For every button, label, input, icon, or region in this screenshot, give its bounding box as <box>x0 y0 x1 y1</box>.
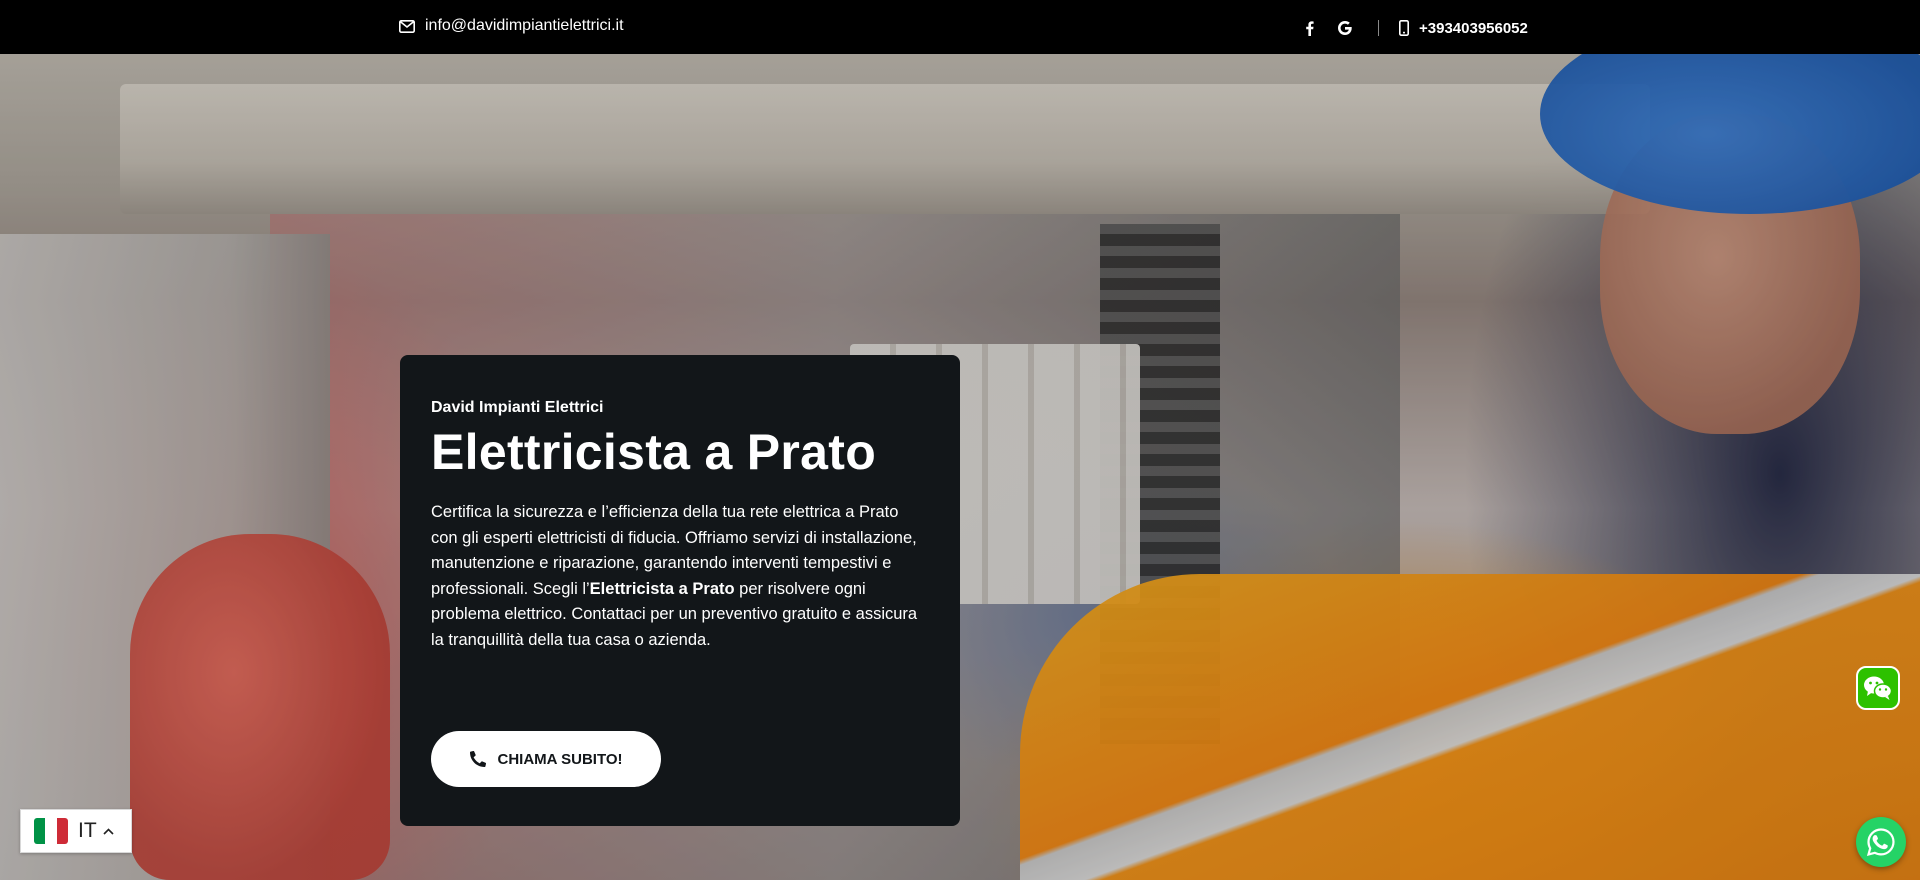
language-code: IT <box>78 819 97 842</box>
description-text-bold: Elettricista a Prato <box>589 579 735 598</box>
call-now-button[interactable]: CHIAMA SUBITO! <box>431 731 661 787</box>
call-now-label: CHIAMA SUBITO! <box>497 750 623 768</box>
phone-link[interactable]: +393403956052 <box>1399 20 1528 37</box>
email-link[interactable]: info@davidimpiantielettrici.it <box>399 17 624 35</box>
topbar-divider <box>1378 20 1379 36</box>
top-bar: info@davidimpiantielettrici.it +39340395… <box>0 0 1920 54</box>
wechat-button[interactable] <box>1856 666 1900 710</box>
phone-number: +393403956052 <box>1419 19 1528 37</box>
chevron-up-icon <box>103 827 114 835</box>
hero-description: Certifica la sicurezza e l’efficienza de… <box>431 500 929 653</box>
google-icon[interactable] <box>1334 17 1356 39</box>
mobile-phone-icon <box>1399 20 1409 36</box>
flag-white <box>45 818 57 844</box>
page-title: Elettricista a Prato <box>431 424 877 480</box>
whatsapp-icon <box>1866 828 1895 857</box>
hero-background-image <box>0 54 1920 880</box>
flag-red <box>56 818 68 844</box>
italy-flag-icon <box>34 818 68 844</box>
envelope-icon <box>399 19 415 33</box>
language-switcher[interactable]: IT <box>20 809 132 853</box>
email-text: info@davidimpiantielettrici.it <box>425 17 624 34</box>
wechat-icon <box>1864 676 1893 700</box>
topbar-contacts: +393403956052 <box>1298 17 1528 39</box>
company-name: David Impianti Elettrici <box>431 399 604 416</box>
flag-green <box>34 818 46 844</box>
image-overlay <box>0 54 1920 880</box>
facebook-icon[interactable] <box>1298 17 1320 39</box>
whatsapp-button[interactable] <box>1856 817 1906 867</box>
hero-card: David Impianti Elettrici Elettricista a … <box>400 355 960 826</box>
phone-icon <box>469 751 486 767</box>
